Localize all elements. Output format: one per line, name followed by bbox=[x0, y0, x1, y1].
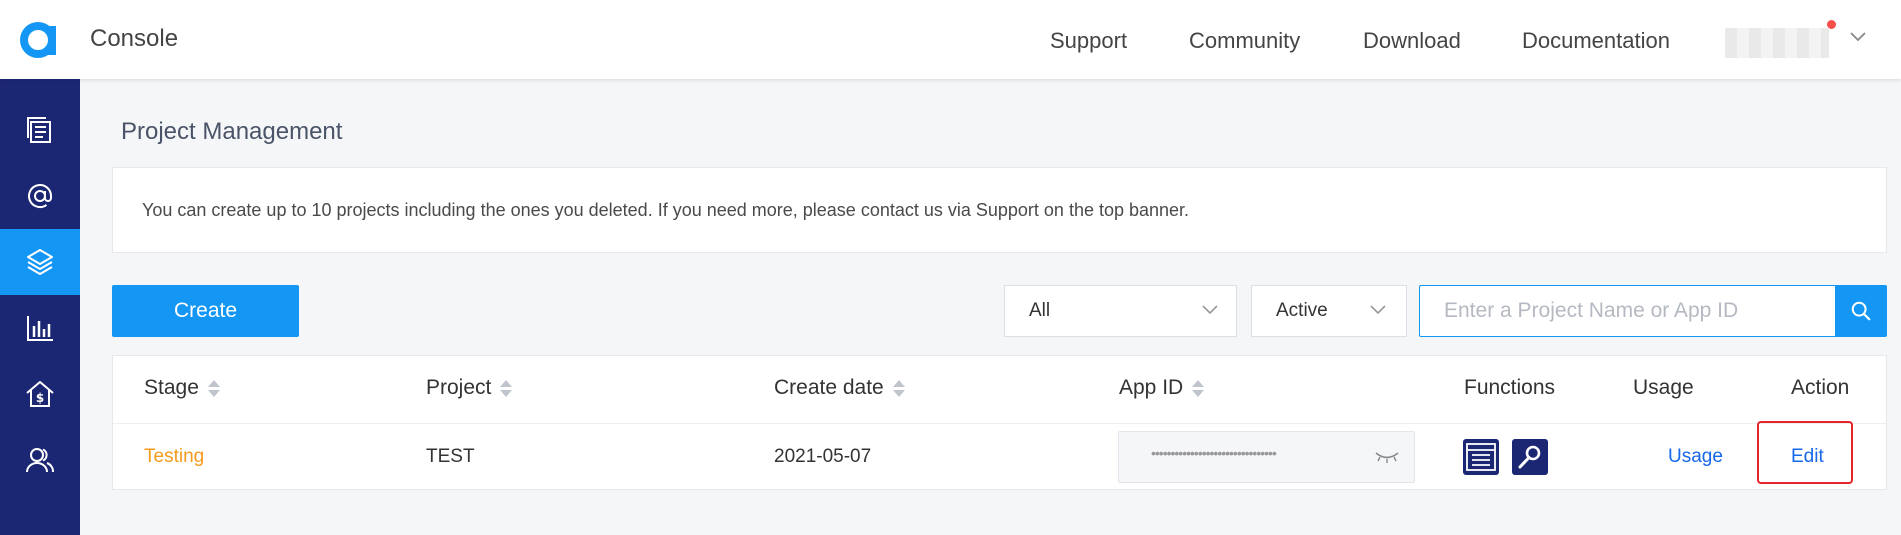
sidebar-item-messaging[interactable] bbox=[0, 163, 80, 229]
nav-download[interactable]: Download bbox=[1363, 28, 1461, 54]
column-label: Functions bbox=[1464, 376, 1556, 399]
create-button[interactable]: Create bbox=[112, 285, 299, 337]
chevron-down-icon bbox=[1370, 305, 1386, 315]
sidebar-item-analytics[interactable] bbox=[0, 295, 80, 361]
user-account-name[interactable] bbox=[1725, 28, 1829, 58]
column-label: Action bbox=[1791, 376, 1850, 399]
stage-filter-select[interactable]: All bbox=[1004, 285, 1237, 337]
search-input[interactable] bbox=[1419, 285, 1835, 337]
status-filter-value: Active bbox=[1276, 300, 1328, 321]
stage-cell: Testing bbox=[144, 446, 205, 467]
function-list-icon[interactable] bbox=[1463, 439, 1499, 475]
sort-icon[interactable] bbox=[207, 377, 221, 399]
notice-panel: You can create up to 10 projects includi… bbox=[112, 167, 1887, 253]
nav-community[interactable]: Community bbox=[1189, 28, 1300, 54]
key-icon[interactable] bbox=[1512, 439, 1548, 475]
column-label: Create date bbox=[774, 376, 884, 399]
at-sign-icon bbox=[28, 184, 52, 208]
projects-list-icon bbox=[27, 117, 51, 143]
table-row: Testing TEST 2021-05-07 Usage Edit bbox=[113, 424, 1886, 491]
column-label: Project bbox=[426, 376, 492, 399]
search-button[interactable] bbox=[1835, 285, 1887, 337]
stage-filter-value: All bbox=[1029, 300, 1051, 321]
column-header-stage: Stage bbox=[144, 376, 221, 400]
sidebar: $ bbox=[0, 79, 80, 535]
chevron-down-icon[interactable] bbox=[1848, 30, 1868, 44]
sidebar-item-billing[interactable]: $ bbox=[0, 361, 80, 427]
sort-icon[interactable] bbox=[1191, 377, 1205, 399]
app-id-masked: •••••••••••••••••••••••••••••••• bbox=[1151, 445, 1277, 461]
app-title: Console bbox=[90, 25, 179, 52]
projects-table: Stage Project Create date App ID Functio… bbox=[112, 355, 1887, 490]
agora-logo[interactable] bbox=[20, 19, 60, 59]
create-date-cell: 2021-05-07 bbox=[774, 446, 872, 467]
billing-house-icon: $ bbox=[26, 381, 54, 407]
app-id-field: •••••••••••••••••••••••••••••••• bbox=[1118, 431, 1415, 483]
notification-dot bbox=[1827, 20, 1836, 29]
nav-support[interactable]: Support bbox=[1050, 28, 1127, 54]
edit-highlight-box bbox=[1757, 421, 1853, 484]
top-bar: Console Support Community Download Docum… bbox=[0, 0, 1901, 79]
column-label: App ID bbox=[1119, 376, 1184, 399]
sort-icon[interactable] bbox=[499, 377, 513, 399]
chevron-down-icon bbox=[1202, 305, 1218, 315]
column-header-create-date: Create date bbox=[774, 376, 906, 400]
sort-icon[interactable] bbox=[892, 377, 906, 399]
column-label: Stage bbox=[144, 376, 199, 399]
bar-chart-icon bbox=[27, 316, 53, 341]
svg-text:$: $ bbox=[36, 391, 44, 405]
users-icon bbox=[26, 448, 54, 473]
column-header-functions: Functions bbox=[1464, 376, 1555, 400]
project-name-cell: TEST bbox=[426, 446, 475, 467]
nav-documentation[interactable]: Documentation bbox=[1522, 28, 1670, 54]
column-label: Usage bbox=[1633, 376, 1694, 399]
eye-closed-icon[interactable] bbox=[1374, 450, 1400, 464]
table-header: Stage Project Create date App ID Functio… bbox=[113, 356, 1886, 424]
column-header-project: Project bbox=[426, 376, 513, 400]
column-header-usage: Usage bbox=[1633, 376, 1694, 400]
status-filter-select[interactable]: Active bbox=[1251, 285, 1407, 337]
sidebar-item-projects[interactable] bbox=[0, 229, 80, 295]
layers-icon bbox=[27, 249, 53, 275]
column-header-action: Action bbox=[1791, 376, 1849, 400]
search-icon bbox=[1851, 301, 1871, 321]
sidebar-item-members[interactable] bbox=[0, 427, 80, 493]
page-title: Project Management bbox=[121, 118, 343, 145]
usage-link[interactable]: Usage bbox=[1668, 446, 1723, 468]
notice-text: You can create up to 10 projects includi… bbox=[142, 200, 1190, 220]
column-header-app-id: App ID bbox=[1119, 376, 1205, 400]
sidebar-item-projects-list[interactable] bbox=[0, 97, 80, 163]
